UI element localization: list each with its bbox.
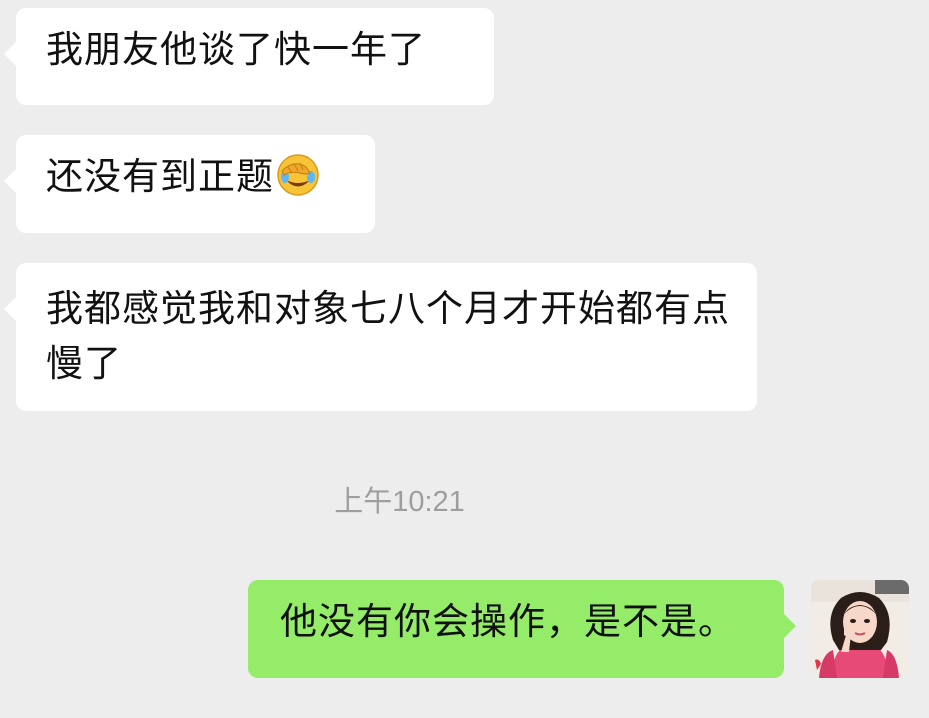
message-bubble-outgoing[interactable]: 他没有你会操作，是不是。 bbox=[248, 580, 796, 678]
facepalm-laughing-emoji-icon bbox=[276, 153, 320, 197]
message-timestamp: 上午10:21 bbox=[334, 486, 465, 518]
message-text: 我朋友他谈了快一年了 bbox=[46, 28, 426, 71]
message-text: 还没有到正题 bbox=[46, 155, 274, 198]
message-bubble-incoming[interactable]: 还没有到正题 bbox=[4, 135, 375, 233]
message-bubble-incoming[interactable]: 我都感觉我和对象七八个月才开始都有点慢了 bbox=[4, 263, 757, 411]
message-text: 我都感觉我和对象七八个月才开始都有点慢了 bbox=[46, 287, 730, 385]
avatar-image bbox=[811, 580, 909, 678]
message-bubble-incoming[interactable]: 我朋友他谈了快一年了 bbox=[4, 8, 494, 105]
message-text: 他没有你会操作，是不是。 bbox=[280, 600, 736, 643]
user-avatar[interactable] bbox=[811, 580, 909, 678]
